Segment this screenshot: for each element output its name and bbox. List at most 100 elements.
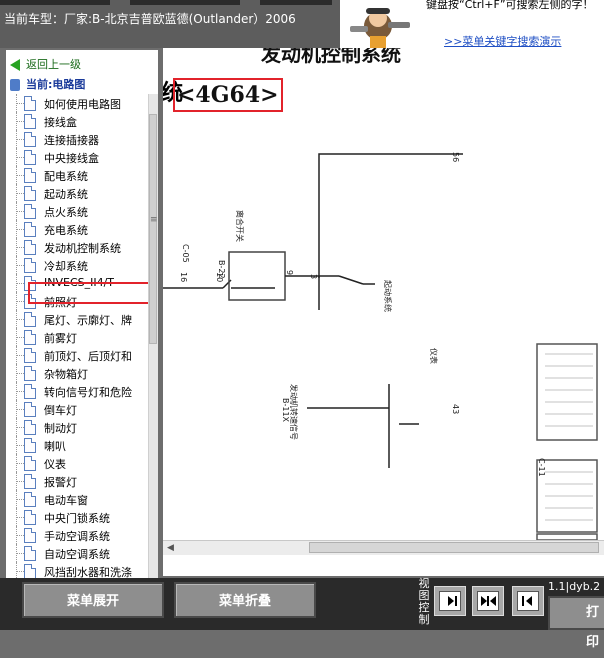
page-icon: [24, 240, 36, 255]
tree-item[interactable]: 仪表: [6, 454, 146, 472]
page-icon: [24, 132, 36, 147]
tree-item-label: 配电系统: [44, 170, 88, 183]
tree-item-label: 报警灯: [44, 476, 77, 489]
tree-item[interactable]: 制动灯: [6, 418, 146, 436]
top-tab-2[interactable]: [130, 0, 240, 5]
page-icon: [24, 348, 36, 363]
page-icon: [24, 474, 36, 489]
tree-item-selected[interactable]: 发动机控制系统: [6, 238, 146, 256]
page-icon: [24, 438, 36, 453]
folder-icon: [10, 79, 20, 91]
diagram-scroll-thumb[interactable]: [309, 542, 599, 553]
tree-item[interactable]: 前雾灯: [6, 328, 146, 346]
tree-item[interactable]: 冷却系统: [6, 256, 146, 274]
page-icon: [24, 510, 36, 525]
tree-item[interactable]: 风挡刮水器和洗涤: [6, 562, 146, 578]
tree-item[interactable]: 配电系统: [6, 166, 146, 184]
zoom-fit-right-button[interactable]: [434, 586, 466, 616]
back-arrow-icon: [10, 59, 20, 71]
tree-item[interactable]: 杂物箱灯: [6, 364, 146, 382]
instrument-label: 仪表: [429, 348, 439, 364]
connector-56-label: 56: [451, 152, 460, 162]
page-icon: [24, 150, 36, 165]
tree-item[interactable]: 倒车灯: [6, 400, 146, 418]
page-icon: [24, 204, 36, 219]
tree-item[interactable]: 喇叭: [6, 436, 146, 454]
tree-item-label: 电动车窗: [44, 494, 88, 507]
zoom-fit-left-button[interactable]: [512, 586, 544, 616]
top-bar: 当前车型：厂家:B-北京吉普欧蓝德(Outlander）2006 键盘按“Ctr…: [0, 0, 604, 48]
tree-item[interactable]: 转向信号灯和危险: [6, 382, 146, 400]
tree-item-label: 起动系统: [44, 188, 88, 201]
current-node: 当前:电路图: [10, 76, 85, 92]
mascot-icon: [340, 0, 420, 48]
tree-item[interactable]: 点火系统: [6, 202, 146, 220]
page-icon: [24, 366, 36, 381]
scroll-left-icon[interactable]: ◀: [167, 543, 174, 553]
tree-list: 如何使用电路图 接线盒 连接插接器 中央接线盒 配电系统 起动系统 点火系统 充…: [6, 94, 146, 578]
page-icon: [24, 168, 36, 183]
top-tab-1[interactable]: [0, 0, 110, 5]
page-icon: [24, 96, 36, 111]
pin-43-label: 43: [451, 404, 460, 414]
back-label: 返回上一级: [26, 58, 81, 71]
tree-item[interactable]: 尾灯、示廓灯、牌: [6, 310, 146, 328]
tree-item[interactable]: 充电系统: [6, 220, 146, 238]
diagram-title: 发动机控制系统: [261, 48, 401, 66]
clutch-switch-label: 离合开关: [235, 210, 245, 242]
tree-item[interactable]: 中央接线盒: [6, 148, 146, 166]
tree-item[interactable]: 电动车窗: [6, 490, 146, 508]
tree-item-label: 接线盒: [44, 116, 77, 129]
tree-item-label: 点火系统: [44, 206, 88, 219]
tree-item[interactable]: 自动空调系统: [6, 544, 146, 562]
page-icon: [24, 492, 36, 507]
pin-9-label: 9: [285, 270, 294, 275]
pin-16-label: 16: [179, 272, 188, 282]
page-icon: [24, 222, 36, 237]
tree-item[interactable]: 接线盒: [6, 112, 146, 130]
page-icon: [24, 384, 36, 399]
diagram-horizontal-scrollbar[interactable]: ◀: [163, 540, 604, 555]
connector-c11-label: C-11: [537, 458, 546, 477]
tree-item[interactable]: 中央门锁系统: [6, 508, 146, 526]
pin-3-label: 3: [309, 274, 318, 279]
tree-item[interactable]: 手动空调系统: [6, 526, 146, 544]
page-icon: [24, 312, 36, 327]
tree-item[interactable]: 连接插接器: [6, 130, 146, 148]
page-icon: [24, 114, 36, 129]
tree-item-label: 前顶灯、后顶灯和: [44, 350, 132, 363]
sidebar-scroll-thumb[interactable]: [149, 114, 158, 344]
tree-item-label: 制动灯: [44, 422, 77, 435]
tree-item-label: 中央门锁系统: [44, 512, 110, 525]
top-tab-3[interactable]: [260, 0, 332, 5]
sidebar: 返回上一级 当前:电路图 如何使用电路图 接线盒 连接插接器 中央接线盒 配电系…: [6, 50, 158, 578]
page-icon: [24, 186, 36, 201]
engine-speed-label: 发动机转速信号: [289, 384, 299, 440]
bottom-toolbar: 菜单展开 菜单折叠 视图控制 1.1|dyb.2 打印: [0, 577, 604, 650]
arrow-left-icon: [526, 596, 532, 606]
search-demo-link[interactable]: >>菜单关键字搜索演示: [444, 33, 561, 48]
tree-item-label: 手动空调系统: [44, 530, 110, 543]
current-label: 当前:电路图: [26, 78, 86, 91]
collapse-menu-button[interactable]: 菜单折叠: [174, 582, 316, 618]
tree-item-label: 喇叭: [44, 440, 66, 453]
tree-item[interactable]: 如何使用电路图: [6, 94, 146, 112]
tree-item-label: 如何使用电路图: [44, 98, 121, 111]
tree-item-label: 自动空调系统: [44, 548, 110, 561]
page-icon: [24, 546, 36, 561]
tree-item-label: 转向信号灯和危险: [44, 386, 132, 399]
page-icon: [24, 528, 36, 543]
view-control-label: 视图控制: [418, 577, 430, 626]
back-button[interactable]: 返回上一级: [10, 56, 81, 72]
tree-item-label: 倒车灯: [44, 404, 77, 417]
tree-item-label: 发动机控制系统: [44, 240, 121, 256]
tree-item[interactable]: 报警灯: [6, 472, 146, 490]
tree-item[interactable]: 起动系统: [6, 184, 146, 202]
expand-menu-button[interactable]: 菜单展开: [22, 582, 164, 618]
start-system-label: 起动系统: [383, 280, 393, 312]
page-icon: [24, 420, 36, 435]
print-button[interactable]: 打印: [548, 596, 604, 650]
tree-item[interactable]: 前顶灯、后顶灯和: [6, 346, 146, 364]
fit-width-button[interactable]: [472, 586, 504, 616]
wiring-diagram: 56 C-05 B-22 B-11X C-11 16 10 9 3 43 起动系…: [163, 152, 598, 540]
